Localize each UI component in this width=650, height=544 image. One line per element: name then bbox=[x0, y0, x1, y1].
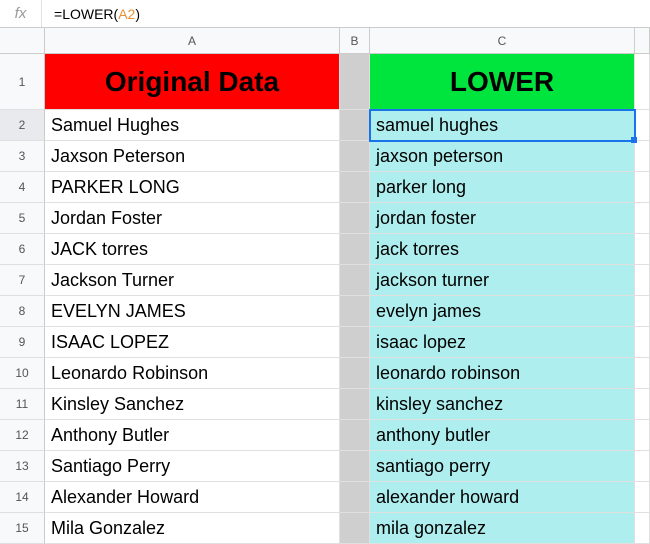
cell-edge-6[interactable] bbox=[635, 234, 650, 265]
row-head-8[interactable]: 8 bbox=[0, 296, 45, 327]
header-lower[interactable]: LOWER bbox=[370, 54, 635, 110]
cell-a9[interactable]: ISAAC LOPEZ bbox=[45, 327, 340, 358]
cell-edge-14[interactable] bbox=[635, 482, 650, 513]
cell-edge-1[interactable] bbox=[635, 54, 650, 110]
cell-a3[interactable]: Jaxson Peterson bbox=[45, 141, 340, 172]
cell-c9[interactable]: isaac lopez bbox=[370, 327, 635, 358]
cell-b10[interactable] bbox=[340, 358, 370, 389]
cell-c8[interactable]: evelyn james bbox=[370, 296, 635, 327]
cell-b2[interactable] bbox=[340, 110, 370, 141]
cell-b3[interactable] bbox=[340, 141, 370, 172]
row-head-11[interactable]: 11 bbox=[0, 389, 45, 420]
cell-c2[interactable]: samuel hughes bbox=[370, 110, 635, 141]
cell-edge-5[interactable] bbox=[635, 203, 650, 234]
col-head-c[interactable]: C bbox=[370, 28, 635, 54]
fx-icon[interactable]: fx bbox=[0, 0, 42, 27]
cell-edge-15[interactable] bbox=[635, 513, 650, 544]
cell-edge-10[interactable] bbox=[635, 358, 650, 389]
row-head-12[interactable]: 12 bbox=[0, 420, 45, 451]
cell-b7[interactable] bbox=[340, 265, 370, 296]
row-head-2[interactable]: 2 bbox=[0, 110, 45, 141]
cell-a6[interactable]: JACK torres bbox=[45, 234, 340, 265]
spreadsheet-grid: A B C bbox=[0, 28, 650, 54]
cell-b8[interactable] bbox=[340, 296, 370, 327]
row-head-1[interactable]: 1 bbox=[0, 54, 45, 110]
cell-c14[interactable]: alexander howard bbox=[370, 482, 635, 513]
cell-c4[interactable]: parker long bbox=[370, 172, 635, 203]
cell-edge-12[interactable] bbox=[635, 420, 650, 451]
row-head-10[interactable]: 10 bbox=[0, 358, 45, 389]
row-head-14[interactable]: 14 bbox=[0, 482, 45, 513]
cell-edge-4[interactable] bbox=[635, 172, 650, 203]
cell-b15[interactable] bbox=[340, 513, 370, 544]
cell-b13[interactable] bbox=[340, 451, 370, 482]
formula-input[interactable]: = LOWER ( A2 ) bbox=[42, 6, 140, 22]
cell-a14[interactable]: Alexander Howard bbox=[45, 482, 340, 513]
header-original-data[interactable]: Original Data bbox=[45, 54, 340, 110]
cell-c13[interactable]: santiago perry bbox=[370, 451, 635, 482]
cell-a12[interactable]: Anthony Butler bbox=[45, 420, 340, 451]
row-head-5[interactable]: 5 bbox=[0, 203, 45, 234]
cell-b11[interactable] bbox=[340, 389, 370, 420]
row-head-9[interactable]: 9 bbox=[0, 327, 45, 358]
formula-equals: = bbox=[54, 6, 62, 22]
cell-a11[interactable]: Kinsley Sanchez bbox=[45, 389, 340, 420]
row-head-6[interactable]: 6 bbox=[0, 234, 45, 265]
cell-b12[interactable] bbox=[340, 420, 370, 451]
cell-a15[interactable]: Mila Gonzalez bbox=[45, 513, 340, 544]
cell-c6[interactable]: jack torres bbox=[370, 234, 635, 265]
cell-edge-2[interactable] bbox=[635, 110, 650, 141]
cell-a13[interactable]: Santiago Perry bbox=[45, 451, 340, 482]
cell-c12[interactable]: anthony butler bbox=[370, 420, 635, 451]
formula-cell-ref: A2 bbox=[118, 6, 135, 22]
cell-b14[interactable] bbox=[340, 482, 370, 513]
row-head-13[interactable]: 13 bbox=[0, 451, 45, 482]
row-head-7[interactable]: 7 bbox=[0, 265, 45, 296]
row-head-3[interactable]: 3 bbox=[0, 141, 45, 172]
grid-corner[interactable] bbox=[0, 28, 45, 54]
cell-b1[interactable] bbox=[340, 54, 370, 110]
cell-c15[interactable]: mila gonzalez bbox=[370, 513, 635, 544]
cell-c7[interactable]: jackson turner bbox=[370, 265, 635, 296]
col-head-b[interactable]: B bbox=[340, 28, 370, 54]
row-head-4[interactable]: 4 bbox=[0, 172, 45, 203]
cell-edge-8[interactable] bbox=[635, 296, 650, 327]
cell-c3[interactable]: jaxson peterson bbox=[370, 141, 635, 172]
cell-a8[interactable]: EVELYN JAMES bbox=[45, 296, 340, 327]
cell-edge-7[interactable] bbox=[635, 265, 650, 296]
formula-close-paren: ) bbox=[135, 6, 140, 22]
col-head-e[interactable] bbox=[635, 28, 650, 54]
cell-a4[interactable]: PARKER LONG bbox=[45, 172, 340, 203]
formula-function: LOWER bbox=[62, 6, 113, 22]
cell-a2[interactable]: Samuel Hughes bbox=[45, 110, 340, 141]
cell-a10[interactable]: Leonardo Robinson bbox=[45, 358, 340, 389]
cell-c5[interactable]: jordan foster bbox=[370, 203, 635, 234]
cell-b9[interactable] bbox=[340, 327, 370, 358]
formula-bar: fx = LOWER ( A2 ) bbox=[0, 0, 650, 28]
cell-a5[interactable]: Jordan Foster bbox=[45, 203, 340, 234]
cell-b4[interactable] bbox=[340, 172, 370, 203]
cell-edge-11[interactable] bbox=[635, 389, 650, 420]
cell-b5[interactable] bbox=[340, 203, 370, 234]
cell-b6[interactable] bbox=[340, 234, 370, 265]
cell-a7[interactable]: Jackson Turner bbox=[45, 265, 340, 296]
cell-edge-3[interactable] bbox=[635, 141, 650, 172]
row-head-15[interactable]: 15 bbox=[0, 513, 45, 544]
cell-c11[interactable]: kinsley sanchez bbox=[370, 389, 635, 420]
cell-edge-13[interactable] bbox=[635, 451, 650, 482]
cell-c10[interactable]: leonardo robinson bbox=[370, 358, 635, 389]
cell-edge-9[interactable] bbox=[635, 327, 650, 358]
col-head-a[interactable]: A bbox=[45, 28, 340, 54]
